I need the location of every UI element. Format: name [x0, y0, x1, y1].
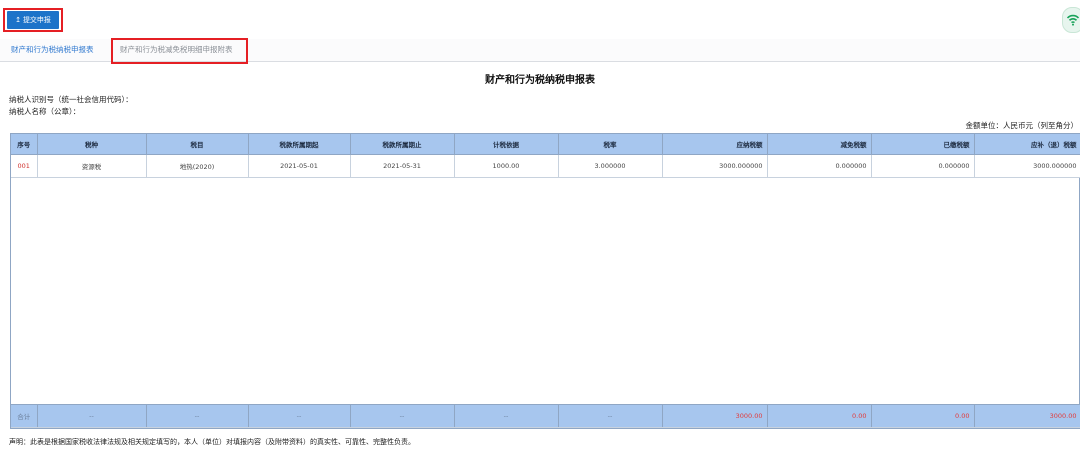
top-toolbar: ↥ 提交申报 — [0, 0, 1080, 38]
total-tax-basis: -- — [454, 404, 559, 428]
col-header-tax-rate: 税率 — [558, 134, 663, 155]
amount-unit-label: 金额单位：人民币元（列至角分） — [965, 121, 1079, 130]
total-tax-item: -- — [146, 404, 249, 428]
col-header-tax-type: 税种 — [37, 134, 147, 155]
table-row[interactable]: 001 资源税 地热(2020) 2021-05-01 2021-05-31 1… — [11, 154, 1080, 178]
table-header-row: 序号 税种 税目 税款所属期起 税款所属期止 计税依据 税率 应纳税额 减免税额… — [11, 134, 1080, 155]
cell-tax-due: 3000.000000 — [974, 154, 1080, 178]
col-header-tax-reduction: 减免税额 — [767, 134, 872, 155]
col-header-tax-item: 税目 — [146, 134, 249, 155]
col-header-tax-basis: 计税依据 — [454, 134, 559, 155]
declaration-table: 序号 税种 税目 税款所属期起 税款所属期止 计税依据 税率 应纳税额 减免税额… — [10, 133, 1080, 429]
highlight-box-submit — [3, 8, 63, 32]
taxpayer-id-label: 纳税人识别号（统一社会信用代码）： — [9, 95, 133, 104]
totals-row: 合计 -- -- -- -- -- -- 3000.00 0.00 0.00 3… — [11, 404, 1080, 428]
total-tax-type: -- — [37, 404, 147, 428]
tab-tax-declaration[interactable]: 财产和行为税纳税申报表 — [11, 39, 94, 61]
highlight-box-reduction-tab — [111, 38, 248, 64]
cell-tax-rate: 3.000000 — [558, 154, 663, 178]
wifi-icon — [1066, 14, 1080, 26]
cell-tax-item: 地热(2020) — [146, 154, 249, 178]
col-header-tax-payable: 应纳税额 — [662, 134, 768, 155]
cell-seq: 001 — [11, 154, 38, 178]
cell-tax-reduction: 0.000000 — [767, 154, 872, 178]
cell-tax-basis: 1000.00 — [454, 154, 559, 178]
cell-period-end: 2021-05-31 — [350, 154, 455, 178]
col-header-tax-due: 应补（退）税额 — [974, 134, 1080, 155]
cell-period-start: 2021-05-01 — [248, 154, 351, 178]
total-tax-payable: 3000.00 — [662, 404, 768, 428]
total-period-start: -- — [248, 404, 351, 428]
col-header-seq: 序号 — [11, 134, 38, 155]
declaration-statement: 声明：此表是根据国家税收法律法规及相关规定填写的，本人（单位）对填报内容（及附带… — [9, 438, 415, 446]
total-tax-paid: 0.00 — [871, 404, 975, 428]
cell-tax-type: 资源税 — [37, 154, 147, 178]
total-tax-due: 3000.00 — [974, 404, 1080, 428]
taxpayer-name-label: 纳税人名称（公章）： — [9, 107, 81, 116]
col-header-period-end: 税款所属期止 — [350, 134, 455, 155]
total-tax-rate: -- — [558, 404, 663, 428]
col-header-period-start: 税款所属期起 — [248, 134, 351, 155]
total-tax-reduction: 0.00 — [767, 404, 872, 428]
col-header-tax-paid: 已缴税额 — [871, 134, 975, 155]
total-period-end: -- — [350, 404, 455, 428]
cell-tax-paid: 0.000000 — [871, 154, 975, 178]
network-status-badge[interactable] — [1062, 7, 1080, 33]
report-title: 财产和行为税纳税申报表 — [485, 75, 595, 86]
cell-tax-payable: 3000.000000 — [662, 154, 768, 178]
total-label: 合计 — [11, 404, 38, 428]
